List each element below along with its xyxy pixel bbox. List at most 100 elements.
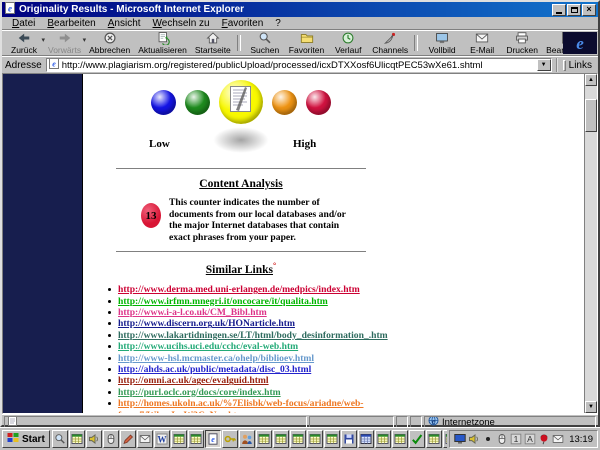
menu-item[interactable]: Favoriten — [216, 18, 270, 29]
taskbar-button[interactable] — [374, 430, 391, 448]
mail-icon[interactable] — [552, 433, 564, 445]
menu-item[interactable]: ? — [269, 18, 287, 29]
horizontal-rule — [116, 168, 366, 170]
similar-link[interactable]: http://ahds.ac.uk/public/metadata/disc_0… — [118, 364, 311, 375]
taskbar-button[interactable] — [442, 430, 448, 448]
list-item: http://www.ucihs.uci.edu/cchc/eval-web.h… — [108, 341, 387, 352]
menu-item[interactable]: Ansicht — [102, 18, 147, 29]
taskbar-button[interactable] — [340, 430, 357, 448]
taskbar-button[interactable] — [221, 430, 238, 448]
a-icon[interactable]: A — [524, 433, 536, 445]
toolbar-button[interactable]: Verlauf — [328, 32, 368, 55]
similar-link[interactable]: http://www.i-a-l.co.uk/CM_Bibl.htm — [118, 307, 267, 318]
minimize-button[interactable] — [552, 3, 566, 16]
print-icon — [515, 31, 529, 45]
toolbar-button[interactable]: Zurück — [4, 32, 45, 55]
taskbar-button[interactable]: W — [153, 430, 170, 448]
taskbar-button[interactable] — [85, 430, 102, 448]
taskbar-button[interactable] — [425, 430, 442, 448]
grid-icon — [445, 433, 448, 445]
toolbar-button[interactable]: Abbrechen — [85, 32, 134, 55]
toolbar-button[interactable]: Favoriten — [285, 31, 328, 55]
channels-icon — [383, 31, 397, 45]
scrollbar-track[interactable] — [585, 86, 597, 401]
title-bar[interactable]: e Originality Results - Microsoft Intern… — [2, 2, 598, 17]
meter-circle — [185, 89, 210, 115]
links-band[interactable]: Links — [555, 58, 595, 72]
start-button[interactable]: Start — [2, 430, 50, 448]
taskbar-button[interactable] — [102, 430, 119, 448]
similar-link[interactable]: http://www.ucihs.uci.edu/cchc/eval-web.h… — [118, 341, 298, 352]
taskbar-button[interactable] — [238, 430, 255, 448]
toolbar-button[interactable]: Vorwärts — [44, 32, 86, 55]
taskbar-button[interactable] — [408, 430, 425, 448]
band-grip[interactable] — [562, 59, 566, 71]
list-item: http://www.discern.org.uk/HONarticle.htm — [108, 318, 387, 329]
close-button[interactable]: × — [582, 3, 596, 16]
toolbar-button[interactable]: Drucken — [502, 31, 542, 55]
toolbar-button[interactable]: Aktualisieren — [134, 31, 191, 55]
content-analysis-block: 13 This counter indicates the number of … — [141, 197, 387, 243]
browser-window: e Originality Results - Microsoft Intern… — [0, 0, 600, 428]
similar-link[interactable]: http://www.discern.org.uk/HONarticle.htm — [118, 318, 295, 329]
grid-icon — [309, 433, 321, 445]
taskbar-button[interactable] — [391, 430, 408, 448]
balloon-icon[interactable] — [538, 433, 550, 445]
monitor-icon[interactable] — [454, 433, 466, 445]
search-icon — [258, 31, 272, 45]
favorites-icon — [300, 31, 314, 45]
grid-icon — [275, 433, 287, 445]
vertical-scrollbar[interactable]: ▲ ▼ — [584, 74, 597, 413]
mouse-icon[interactable] — [496, 433, 508, 445]
meter-circle — [306, 89, 331, 115]
speaker-icon[interactable] — [468, 433, 480, 445]
taskbar-button[interactable]: e — [204, 430, 221, 448]
status-bar: e Internetzone — [2, 414, 598, 428]
svg-text:A: A — [527, 434, 533, 444]
dot-icon[interactable] — [482, 433, 494, 445]
taskbar-button[interactable] — [272, 430, 289, 448]
toolbar-button[interactable]: E-Mail — [462, 32, 502, 55]
menu-item[interactable]: Datei — [6, 18, 41, 29]
scrollbar-thumb[interactable] — [585, 99, 597, 132]
address-input[interactable]: e http://www.plagiarism.org/registered/p… — [45, 58, 552, 72]
similar-link[interactable]: http://www.lakartidningen.se/LT/html/bod… — [118, 330, 388, 341]
scroll-down-button[interactable]: ▼ — [585, 401, 597, 413]
taskbar-button[interactable] — [289, 430, 306, 448]
toolbar-button[interactable]: Startseite — [191, 32, 241, 55]
taskbar-button[interactable] — [119, 430, 136, 448]
taskbar-button[interactable] — [187, 430, 204, 448]
address-dropdown-button[interactable]: ▼ — [536, 59, 551, 71]
taskbar-button[interactable] — [170, 430, 187, 448]
taskbar-button[interactable] — [306, 430, 323, 448]
toolbar-button[interactable]: Vollbild — [422, 32, 462, 55]
start-label: Start — [22, 433, 45, 445]
similar-link[interactable]: http://omni.ac.uk/agec/evalguid.html — [118, 375, 269, 386]
toolbar-button[interactable]: Channels — [368, 31, 419, 55]
close-icon: × — [586, 4, 592, 14]
list-item: http://www.derma.med.uni-erlangen.de/med… — [108, 284, 387, 295]
one-icon[interactable]: 1 — [510, 433, 522, 445]
toolbar-button[interactable]: Suchen — [245, 31, 285, 55]
similar-link[interactable]: http://www-hsl.mcmaster.ca/ohelp/biblioe… — [118, 353, 314, 364]
refresh-icon — [156, 31, 170, 46]
taskbar-button[interactable] — [68, 430, 85, 448]
taskbar-button[interactable] — [255, 430, 272, 448]
list-item: http://www.lakartidningen.se/LT/html/bod… — [108, 330, 388, 341]
taskbar-button[interactable] — [357, 430, 374, 448]
menu-item[interactable]: Wechseln zu — [147, 18, 216, 29]
taskbar-button[interactable] — [136, 430, 153, 448]
similar-link[interactable]: http://homes.ukoln.ac.uk/%7Elisbk/web-fo… — [118, 398, 370, 413]
similar-link[interactable]: http://www.derma.med.uni-erlangen.de/med… — [118, 284, 360, 295]
page-icon: e — [48, 59, 59, 71]
scroll-up-button[interactable]: ▲ — [585, 74, 597, 86]
menu-item[interactable]: Bearbeiten — [41, 18, 101, 29]
similar-link[interactable]: http://www.irfmn.mnegri.it/oncocare/it/q… — [118, 296, 328, 307]
taskbar-button[interactable] — [51, 430, 68, 448]
similar-link[interactable]: http://purl.oclc.org/docs/core/index.htm — [118, 387, 281, 398]
restore-button[interactable] — [567, 3, 581, 16]
taskbar-button[interactable] — [323, 430, 340, 448]
taskbar-clock: 13:19 — [569, 433, 593, 445]
grid-icon — [292, 433, 304, 445]
svg-text:e: e — [8, 4, 12, 14]
